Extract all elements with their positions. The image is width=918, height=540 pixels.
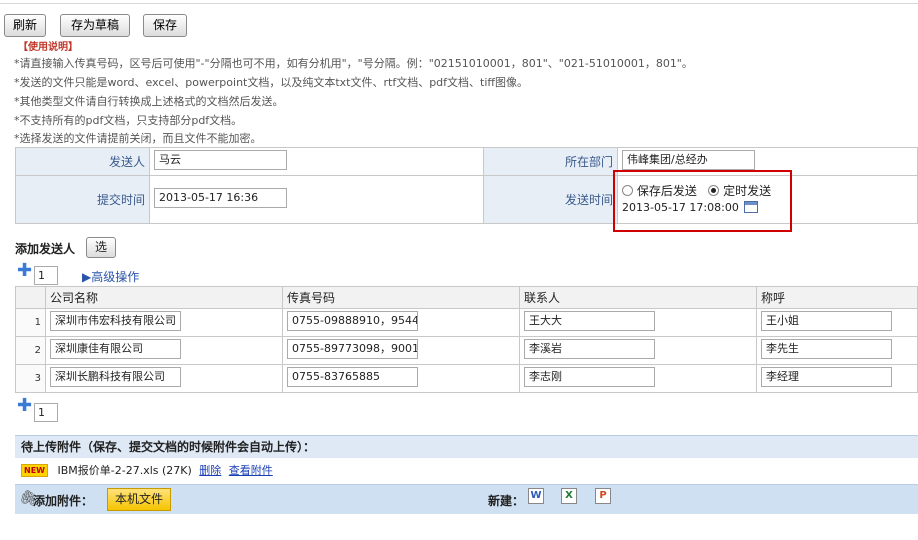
save-draft-button[interactable]: 存为草稿: [60, 14, 130, 37]
powerpoint-icon[interactable]: P: [595, 488, 611, 504]
instruction-line: *其他类型文件请自行转换成上述格式的文档然后发送。: [14, 95, 284, 108]
instruction-line: *请直接输入传真号码，区号后可使用"-"分隔也可不用，如有分机用"，"号分隔。例…: [14, 57, 693, 70]
delete-attachment-link[interactable]: 删除: [199, 464, 221, 477]
send-time-label: 发送时间: [483, 175, 618, 224]
sender-label: 发送人: [15, 147, 150, 176]
refresh-button[interactable]: 刷新: [4, 14, 46, 37]
select-recipient-button[interactable]: 选: [86, 237, 116, 258]
new-doc-label: 新建：: [488, 494, 525, 508]
col-fax: 传真号码: [282, 286, 520, 309]
attachment-row: NEW IBM报价单-2-27.xls (27K) 删除 查看附件: [15, 458, 918, 484]
sender-input[interactable]: 马云: [154, 150, 287, 170]
department-input[interactable]: 伟峰集团/总经办: [622, 150, 755, 170]
row-count-input[interactable]: 1: [34, 266, 58, 285]
word-icon[interactable]: W: [528, 488, 544, 504]
add-attachment-label: 添加附件：: [33, 494, 94, 508]
new-badge: NEW: [21, 464, 48, 477]
company-input[interactable]: 深圳长鹏科技有限公司: [50, 367, 181, 387]
triangle-right-icon: ▶: [82, 270, 92, 284]
submit-time-label: 提交时间: [15, 175, 150, 224]
title-input[interactable]: 王小姐: [761, 311, 892, 331]
instructions-title: 【使用说明】: [18, 42, 78, 53]
instruction-line: *选择发送的文件请提前关闭，而且文件不能加密。: [14, 132, 262, 145]
fax-input[interactable]: 0755-89773098，9001: [287, 339, 418, 359]
table-row: 2 深圳康佳有限公司 0755-89773098，9001 李溪岩 李先生: [15, 336, 918, 365]
instruction-line: *不支持所有的pdf文档，只支持部分pdf文档。: [14, 114, 243, 127]
company-input[interactable]: 深圳康佳有限公司: [50, 339, 181, 359]
table-row: 3 深圳长鹏科技有限公司 0755-83765885 李志刚 李经理: [15, 364, 918, 393]
company-input[interactable]: 深圳市伟宏科技有限公司: [50, 311, 181, 331]
add-row-bottom-icon[interactable]: ✚: [17, 397, 32, 415]
col-contact: 联系人: [519, 286, 757, 309]
table-row: 1 深圳市伟宏科技有限公司 0755-09888910，9544 王大大 王小姐: [15, 308, 918, 337]
add-row-icon[interactable]: ✚: [17, 262, 32, 280]
fax-input[interactable]: 0755-09888910，9544: [287, 311, 418, 331]
top-divider: [0, 3, 918, 4]
col-title: 称呼: [756, 286, 918, 309]
contact-input[interactable]: 李溪岩: [524, 339, 655, 359]
advanced-link[interactable]: ▶高级操作: [82, 268, 139, 285]
fax-input[interactable]: 0755-83765885: [287, 367, 418, 387]
attachment-filename: IBM报价单-2-27.xls (27K): [57, 464, 192, 477]
submit-time-input[interactable]: 2013-05-17 16:36: [154, 188, 287, 208]
contact-input[interactable]: 王大大: [524, 311, 655, 331]
contact-input[interactable]: 李志刚: [524, 367, 655, 387]
save-button[interactable]: 保存: [143, 14, 187, 37]
add-recipient-label: 添加发送人: [15, 242, 76, 256]
instruction-line: *发送的文件只能是word、excel、powerpoint文档，以及纯文本tx…: [14, 76, 528, 89]
view-attachment-link[interactable]: 查看附件: [229, 464, 273, 477]
local-file-button[interactable]: 本机文件: [107, 488, 171, 511]
highlight-box: [613, 170, 792, 232]
title-input[interactable]: 李先生: [761, 339, 892, 359]
row-count-bottom-input[interactable]: 1: [34, 403, 58, 422]
col-company: 公司名称: [45, 286, 283, 309]
title-input[interactable]: 李经理: [761, 367, 892, 387]
department-label: 所在部门: [483, 147, 618, 176]
excel-icon[interactable]: X: [561, 488, 577, 504]
pending-attachments-header: 待上传附件（保存、提交文档的时候附件会自动上传）：: [15, 435, 918, 458]
recipients-table: 公司名称 传真号码 联系人 称呼 1 深圳市伟宏科技有限公司 0755-0988…: [15, 286, 918, 393]
